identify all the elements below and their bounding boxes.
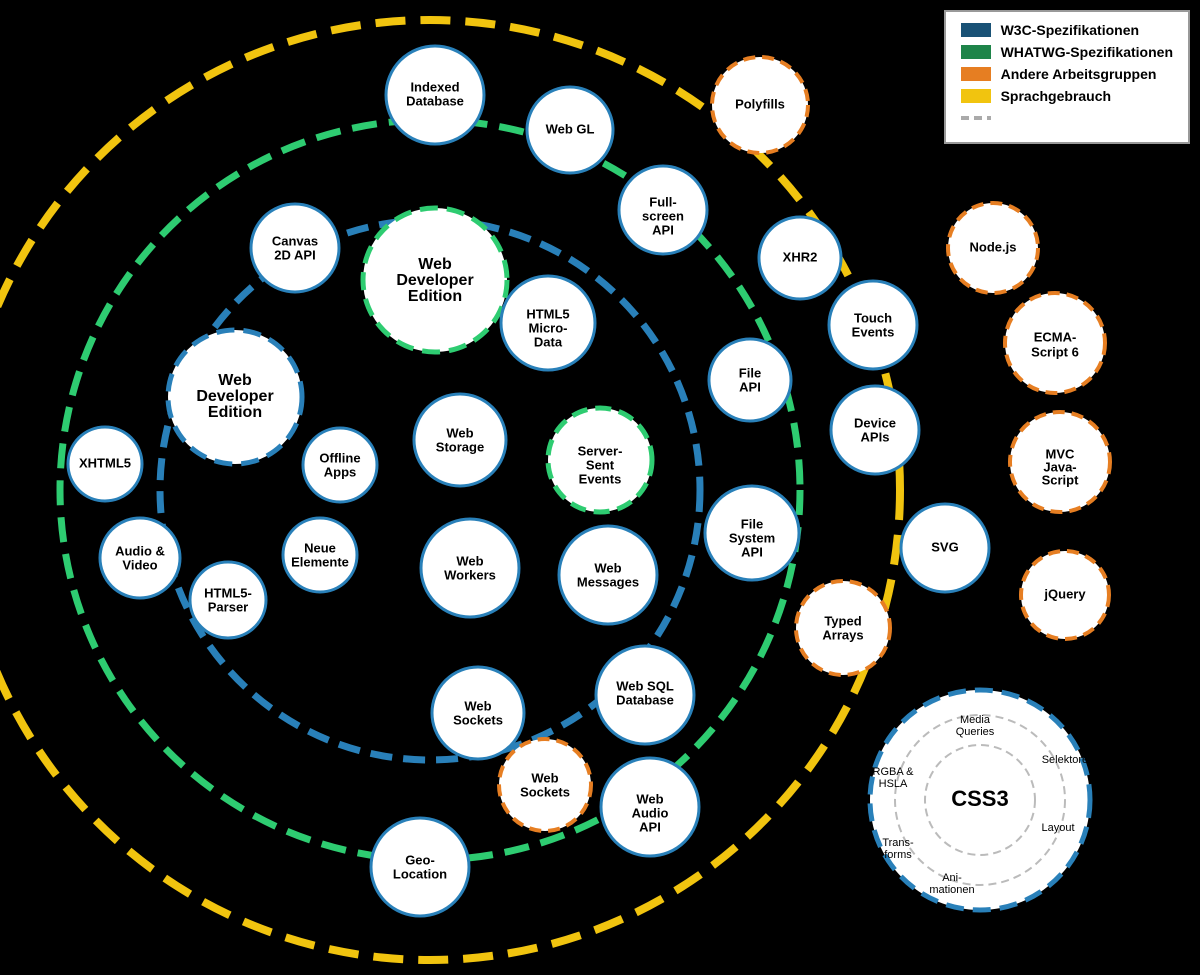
svg-text:Parser: Parser [208, 599, 248, 614]
legend-label-whatwg: WHATWG-Spezifikationen [1001, 44, 1173, 60]
legend-label-other: Andere Arbeitsgruppen [1001, 66, 1157, 82]
svg-text:Trans-: Trans- [882, 837, 914, 849]
svg-text:Messages: Messages [577, 574, 639, 589]
svg-text:Web: Web [456, 553, 483, 568]
svg-text:forms: forms [884, 849, 912, 861]
svg-text:Data: Data [534, 334, 563, 349]
legend-label-gray [1001, 110, 1005, 126]
svg-text:Canvas: Canvas [272, 233, 318, 248]
svg-text:Video: Video [122, 557, 157, 572]
svg-text:Neue: Neue [304, 540, 336, 555]
svg-text:API: API [652, 222, 674, 237]
svg-text:HTML5: HTML5 [526, 306, 569, 321]
legend-swatch-other [961, 67, 991, 81]
svg-text:Events: Events [579, 471, 622, 486]
svg-text:Edition: Edition [208, 404, 262, 421]
svg-text:Sent: Sent [586, 457, 615, 472]
svg-text:Audio: Audio [632, 805, 669, 820]
svg-text:Queries: Queries [956, 726, 995, 738]
svg-text:Developer: Developer [396, 272, 473, 289]
svg-text:2D API: 2D API [274, 247, 315, 262]
svg-text:XHR2: XHR2 [783, 249, 818, 264]
legend-label-w3c: W3C-Spezifikationen [1001, 22, 1139, 38]
legend-item-usage: Sprachgebrauch [961, 88, 1173, 104]
svg-text:Audio &: Audio & [115, 543, 165, 558]
svg-text:Events: Events [852, 324, 895, 339]
svg-text:mationen: mationen [929, 884, 974, 896]
svg-text:Layout: Layout [1041, 822, 1074, 834]
svg-text:HTML5-: HTML5- [204, 585, 252, 600]
svg-text:RGBA &: RGBA & [873, 766, 915, 778]
svg-text:Node.js: Node.js [970, 239, 1017, 254]
legend-swatch-whatwg [961, 45, 991, 59]
svg-text:Arrays: Arrays [822, 627, 863, 642]
svg-text:Media: Media [960, 714, 991, 726]
svg-text:Polyfills: Polyfills [735, 96, 785, 111]
legend-item-whatwg: WHATWG-Spezifikationen [961, 44, 1173, 60]
svg-text:Web: Web [531, 770, 558, 785]
svg-text:API: API [739, 379, 761, 394]
svg-text:screen: screen [642, 208, 684, 223]
svg-text:Developer: Developer [196, 388, 273, 405]
svg-text:Device: Device [854, 415, 896, 430]
svg-text:HSLA: HSLA [879, 778, 908, 790]
svg-text:Web: Web [446, 425, 473, 440]
svg-text:Offline: Offline [319, 450, 360, 465]
svg-text:API: API [639, 819, 661, 834]
legend: W3C-Spezifikationen WHATWG-Spezifikation… [944, 10, 1190, 144]
svg-text:APIs: APIs [861, 429, 890, 444]
svg-text:Web GL: Web GL [546, 121, 595, 136]
svg-text:SVG: SVG [931, 539, 958, 554]
legend-item-gray [961, 110, 1173, 126]
legend-label-usage: Sprachgebrauch [1001, 88, 1111, 104]
svg-text:Web: Web [418, 256, 452, 273]
svg-text:Web SQL: Web SQL [616, 678, 674, 693]
svg-text:XHTML5: XHTML5 [79, 455, 131, 470]
svg-text:Sockets: Sockets [520, 784, 570, 799]
legend-item-other: Andere Arbeitsgruppen [961, 66, 1173, 82]
legend-item-w3c: W3C-Spezifikationen [961, 22, 1173, 38]
svg-text:File: File [739, 365, 761, 380]
svg-text:Edition: Edition [408, 288, 462, 305]
svg-text:Web: Web [218, 372, 252, 389]
svg-text:Web: Web [636, 791, 663, 806]
svg-text:Full-: Full- [649, 194, 676, 209]
svg-text:ECMA-: ECMA- [1034, 329, 1077, 344]
svg-text:Typed: Typed [824, 613, 861, 628]
svg-text:Script: Script [1042, 472, 1080, 487]
legend-swatch-w3c [961, 23, 991, 37]
svg-text:System: System [729, 530, 775, 545]
svg-text:Apps: Apps [324, 464, 357, 479]
svg-text:Indexed: Indexed [410, 79, 459, 94]
svg-text:Elemente: Elemente [291, 554, 349, 569]
svg-text:Database: Database [406, 93, 464, 108]
svg-text:Script 6: Script 6 [1031, 344, 1079, 359]
svg-text:File: File [741, 516, 763, 531]
svg-text:Database: Database [616, 692, 674, 707]
svg-text:Web: Web [464, 698, 491, 713]
svg-text:CSS3: CSS3 [951, 786, 1008, 811]
svg-text:Workers: Workers [444, 567, 496, 582]
svg-text:API: API [741, 544, 763, 559]
svg-text:jQuery: jQuery [1043, 586, 1086, 601]
svg-text:Touch: Touch [854, 310, 892, 325]
legend-swatch-usage [961, 89, 991, 103]
svg-text:Selektoren: Selektoren [1042, 754, 1095, 766]
svg-text:Ani-: Ani- [942, 872, 962, 884]
svg-text:Geo-: Geo- [405, 852, 435, 867]
svg-text:Sockets: Sockets [453, 712, 503, 727]
svg-text:Web: Web [594, 560, 621, 575]
svg-text:Location: Location [393, 866, 447, 881]
svg-text:Server-: Server- [578, 443, 623, 458]
svg-text:Storage: Storage [436, 439, 484, 454]
svg-text:Micro-: Micro- [529, 320, 568, 335]
